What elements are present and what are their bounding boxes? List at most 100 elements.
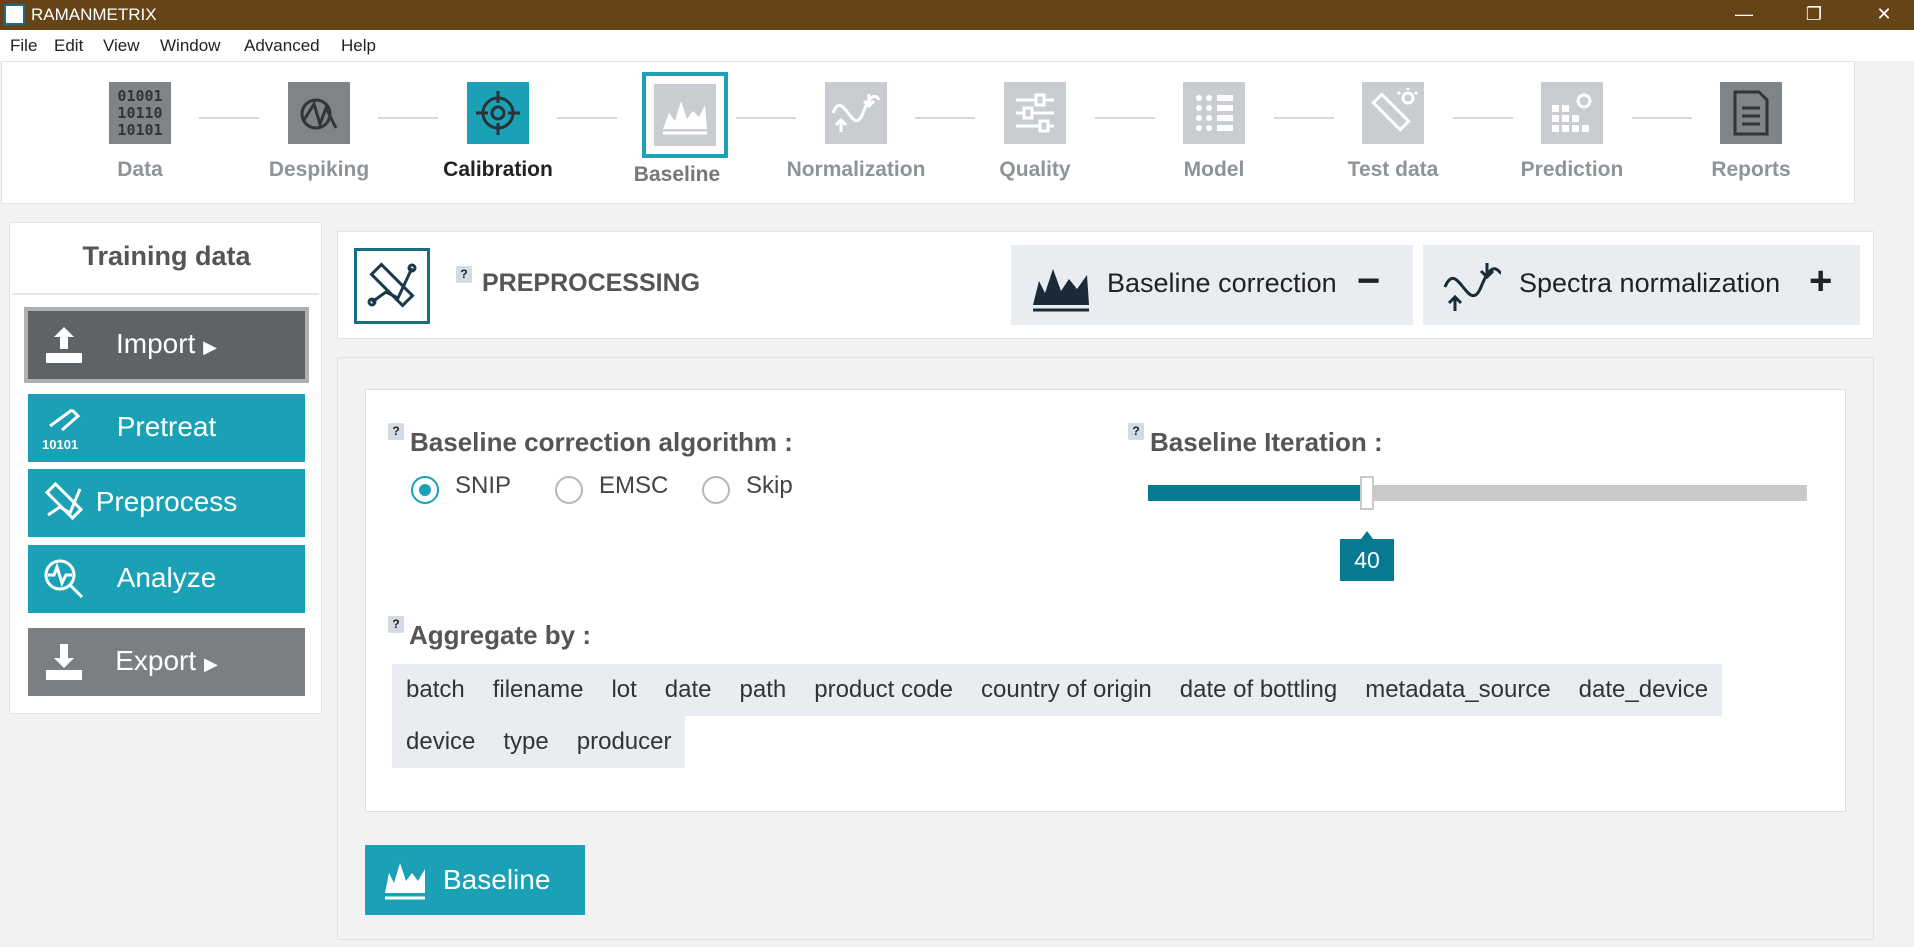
binary-data-icon: 01001 10110 10101 — [109, 82, 171, 144]
help-icon[interactable]: ? — [388, 616, 404, 633]
aggregate-chip-row: device type producer — [392, 716, 686, 768]
iteration-label: Baseline Iteration : — [1150, 427, 1383, 457]
close-button[interactable]: ✕ — [1849, 0, 1914, 30]
despiking-icon — [288, 82, 350, 144]
aggregate-chip[interactable]: date — [665, 676, 712, 703]
preprocessing-header: ? PREPROCESSING Baseline correction − Sp… — [337, 231, 1874, 339]
step-despiking[interactable]: Despiking — [234, 62, 404, 205]
radio-circle — [555, 476, 583, 504]
workflow-steps: 01001 10110 10101 Data Despiking Calibra… — [1, 61, 1855, 204]
app-icon — [4, 4, 25, 25]
algorithm-label: Baseline correction algorithm : — [410, 427, 793, 457]
normalization-icon — [1443, 263, 1502, 311]
aggregate-chip-row: batch filename lot date path product code coun… — [392, 664, 1723, 716]
slider-thumb[interactable] — [1360, 476, 1374, 510]
sliders-icon — [1004, 82, 1066, 144]
step-label: Normalization — [786, 158, 926, 181]
help-icon[interactable]: ? — [456, 266, 472, 283]
maximize-button[interactable]: ❐ — [1779, 0, 1849, 30]
analyze-button[interactable]: Analyze — [28, 545, 305, 613]
baseline-correction-label: Baseline correction — [1107, 268, 1337, 298]
menu-advanced[interactable]: Advanced — [244, 36, 320, 56]
crosshair-icon — [467, 82, 529, 144]
plus-icon: + — [1809, 259, 1833, 303]
step-quality[interactable]: Quality — [950, 62, 1120, 205]
baseline-settings-card: ? Baseline correction algorithm : SNIP E… — [365, 389, 1846, 812]
aggregate-chip[interactable]: type — [503, 728, 548, 755]
baseline-spectrum-icon — [1033, 269, 1089, 312]
baseline-panel: ? Baseline correction algorithm : SNIP E… — [337, 357, 1874, 940]
sidebar-title: Training data — [82, 241, 251, 271]
export-button[interactable]: Export ▶ — [28, 628, 305, 696]
analyze-label: Analyze — [116, 562, 217, 593]
aggregate-chip[interactable]: filename — [493, 676, 584, 703]
menu-window[interactable]: Window — [160, 36, 220, 56]
step-model[interactable]: Model — [1129, 62, 1299, 205]
training-data-sidebar: Training data Import ▶ 10101 Pretreat Pr… — [9, 222, 322, 714]
aggregate-chip[interactable]: metadata_source — [1365, 676, 1550, 703]
aggregate-chip[interactable]: date of bottling — [1180, 676, 1337, 703]
export-label: Export — [115, 645, 197, 676]
baseline-run-label: Baseline — [443, 864, 551, 895]
menu-file[interactable]: File — [10, 36, 37, 56]
baseline-spectrum-icon — [385, 863, 425, 900]
aggregate-chip[interactable]: path — [740, 676, 787, 703]
report-document-icon — [1720, 82, 1782, 144]
test-data-icon — [1362, 82, 1424, 144]
spectra-normalization-label: Spectra normalization — [1519, 268, 1781, 298]
aggregate-chip[interactable]: producer — [577, 728, 672, 755]
help-icon[interactable]: ? — [388, 423, 404, 440]
caret-right-icon: ▶ — [203, 337, 217, 357]
step-test-data[interactable]: Test data — [1308, 62, 1478, 205]
baseline-spectrum-icon — [654, 84, 716, 146]
step-data[interactable]: 01001 10110 10101 Data — [55, 62, 225, 205]
menu-help[interactable]: Help — [341, 36, 376, 56]
baseline-run-button[interactable]: Baseline — [365, 845, 585, 915]
grid-model-icon — [1183, 82, 1245, 144]
step-normalization[interactable]: Normalization — [771, 62, 941, 205]
radio-circle — [702, 476, 730, 504]
import-button[interactable]: Import ▶ — [24, 307, 309, 383]
step-calibration[interactable]: Calibration — [413, 62, 583, 205]
aggregate-chip[interactable]: date_device — [1579, 676, 1708, 703]
binary-line: 10101 — [117, 120, 163, 139]
pretreat-label: Pretreat — [116, 411, 217, 442]
active-step-frame — [642, 72, 728, 158]
radio-label: EMSC — [599, 472, 669, 499]
binary-line: 01001 — [117, 86, 163, 105]
step-label: Reports — [1711, 158, 1791, 181]
aggregate-chip[interactable]: country of origin — [981, 676, 1152, 703]
preprocess-label: Preprocess — [95, 486, 238, 517]
step-prediction[interactable]: Prediction — [1487, 62, 1657, 205]
iteration-slider[interactable]: 40 — [1148, 476, 1807, 581]
aggregate-chip[interactable]: product code — [814, 676, 953, 703]
slider-value: 40 — [1340, 531, 1394, 581]
step-label: Model — [1183, 158, 1245, 181]
menu-bar: File Edit View Window Advanced Help — [0, 30, 1914, 61]
minimize-button[interactable]: — — [1709, 0, 1779, 30]
baseline-correction-toggle[interactable]: Baseline correction − — [1011, 245, 1413, 325]
menu-edit[interactable]: Edit — [54, 36, 83, 56]
divider — [12, 293, 319, 295]
aggregate-chip[interactable]: device — [406, 728, 475, 755]
preprocessing-icon — [354, 248, 430, 324]
radio-label: SNIP — [455, 472, 512, 499]
app-title: RAMANMETRIX — [31, 5, 157, 24]
step-reports[interactable]: Reports — [1666, 62, 1836, 205]
step-label: Quality — [999, 158, 1071, 181]
spectra-normalization-toggle[interactable]: Spectra normalization + — [1423, 245, 1860, 325]
help-icon[interactable]: ? — [1128, 423, 1144, 440]
import-label: Import — [116, 328, 196, 359]
prediction-icon — [1541, 82, 1603, 144]
step-label: Test data — [1347, 158, 1439, 181]
preprocess-button[interactable]: Preprocess — [28, 469, 305, 537]
title-bar: RAMANMETRIX — ❐ ✕ — [0, 0, 1914, 30]
step-baseline[interactable]: Baseline — [592, 62, 762, 205]
aggregate-chip[interactable]: batch — [406, 676, 465, 703]
step-label: Despiking — [268, 158, 370, 181]
menu-view[interactable]: View — [103, 36, 140, 56]
normalization-icon — [825, 82, 887, 144]
aggregate-chip[interactable]: lot — [611, 676, 636, 703]
pretreat-button[interactable]: 10101 Pretreat — [28, 394, 305, 462]
binary-line: 10110 — [117, 103, 163, 122]
